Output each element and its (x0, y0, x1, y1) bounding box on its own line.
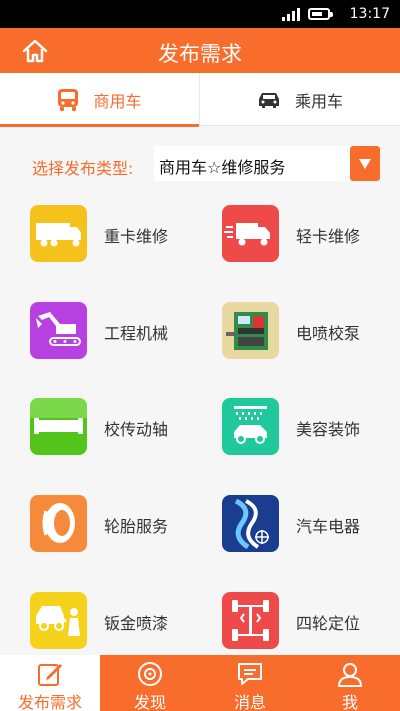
app-bar: 发布需求 (0, 28, 400, 73)
service-injection-pump-calibration[interactable]: 电喷校泵 (222, 302, 400, 372)
service-label: 四轮定位 (296, 614, 361, 633)
drive-shaft-icon (30, 398, 87, 455)
service-detailing[interactable]: 美容装饰 (222, 398, 400, 468)
pump-bench-icon (222, 302, 279, 359)
service-label: 轮胎服务 (104, 517, 169, 536)
message-icon (236, 660, 264, 688)
service-wheel-alignment[interactable]: 四轮定位 (222, 592, 400, 662)
nav-label: 发布需求 (17, 693, 82, 711)
nav-discover[interactable]: 发现 (100, 655, 200, 711)
nav-publish-request[interactable]: 发布需求 (0, 655, 100, 711)
page-title: 发布需求 (158, 42, 242, 66)
vehicle-tabs: 商用车 乘用车 (0, 73, 400, 127)
type-selector-label: 选择发布类型: (32, 159, 134, 178)
tire-icon (30, 495, 87, 552)
nav-label: 消息 (233, 693, 266, 711)
edit-icon (36, 660, 64, 688)
bus-icon (57, 88, 79, 112)
heavy-truck-icon (30, 205, 87, 262)
service-label: 钣金喷漆 (104, 614, 169, 633)
light-truck-icon (222, 205, 279, 262)
nav-messages[interactable]: 消息 (200, 655, 300, 711)
service-heavy-truck-repair[interactable]: 重卡维修 (30, 205, 220, 275)
nav-me[interactable]: 我 (300, 655, 400, 711)
tab-label: 乘用车 (294, 91, 343, 111)
service-tire[interactable]: 轮胎服务 (30, 495, 220, 565)
service-label: 电喷校泵 (296, 324, 361, 343)
service-label: 美容装饰 (296, 420, 361, 439)
nav-label: 我 (341, 693, 358, 711)
type-dropdown[interactable]: 商用车☆维修服务 (154, 146, 380, 181)
car-icon (257, 91, 281, 109)
car-wash-icon (222, 398, 279, 455)
service-label: 汽车电器 (296, 517, 361, 536)
battery-icon (308, 8, 333, 20)
dropdown-arrow-icon[interactable] (350, 146, 380, 181)
service-label: 轻卡维修 (296, 227, 361, 246)
service-sheet-metal-paint[interactable]: 钣金喷漆 (30, 592, 220, 662)
tab-label: 商用车 (93, 91, 142, 111)
service-auto-electrical[interactable]: 汽车电器 (222, 495, 400, 565)
type-dropdown-value: 商用车☆维修服务 (159, 158, 286, 177)
service-drive-shaft-calibration[interactable]: 校传动轴 (30, 398, 220, 468)
wheel-alignment-icon (222, 592, 279, 649)
status-bar: 13:17 (0, 0, 400, 28)
service-label: 校传动轴 (104, 420, 169, 439)
discover-icon (136, 660, 164, 688)
signal-icon (282, 7, 300, 21)
electrical-icon (222, 495, 279, 552)
tab-commercial-vehicle[interactable]: 商用车 (0, 73, 200, 127)
service-label: 重卡维修 (104, 227, 169, 246)
type-selector-row: 选择发布类型: 商用车☆维修服务 (0, 146, 400, 182)
service-construction-machinery[interactable]: 工程机械 (30, 302, 220, 372)
service-label: 工程机械 (104, 324, 169, 343)
nav-label: 发现 (133, 693, 166, 711)
bottom-nav: 发布需求 发现 消息 我 (0, 655, 400, 711)
user-icon (336, 660, 364, 688)
spray-paint-icon (30, 592, 87, 649)
tab-passenger-car[interactable]: 乘用车 (200, 73, 400, 126)
excavator-icon (30, 302, 87, 359)
status-time: 13:17 (349, 6, 390, 22)
service-light-truck-repair[interactable]: 轻卡维修 (222, 205, 400, 275)
